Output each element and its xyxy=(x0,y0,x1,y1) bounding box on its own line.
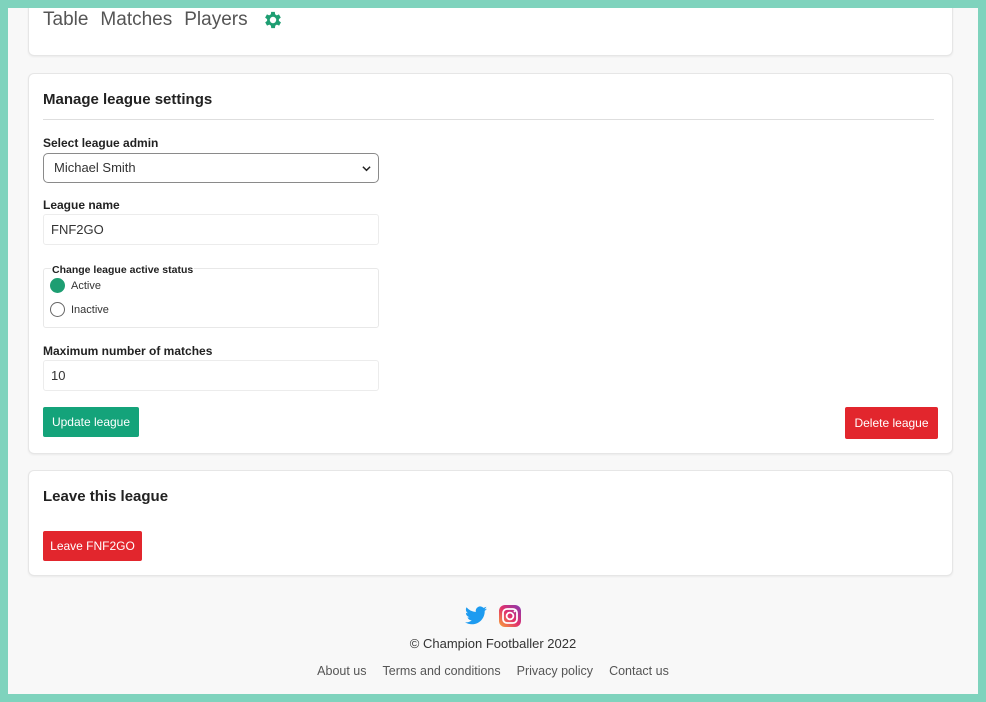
active-status-fieldset: Change league active status Active Inact… xyxy=(43,264,379,328)
update-league-button[interactable]: Update league xyxy=(43,407,139,437)
settings-divider xyxy=(43,119,934,120)
copyright-text: © Champion Footballer 2022 xyxy=(409,636,577,651)
tab-matches[interactable]: Matches xyxy=(100,9,172,31)
leave-league-button[interactable]: Leave FNF2GO xyxy=(43,531,142,561)
footer-link-terms[interactable]: Terms and conditions xyxy=(383,664,501,678)
radio-inactive-label: Inactive xyxy=(71,303,109,316)
gear-icon[interactable] xyxy=(262,9,284,31)
settings-title: Manage league settings xyxy=(43,91,213,108)
footer-link-contact[interactable]: Contact us xyxy=(609,664,669,678)
radio-active-button[interactable] xyxy=(50,278,65,293)
leave-league-card: Leave this league Leave FNF2GO xyxy=(28,470,953,576)
tab-table[interactable]: Table xyxy=(43,9,88,31)
radio-inactive[interactable]: Inactive xyxy=(50,302,109,317)
chevron-down-icon xyxy=(362,166,371,172)
nav-tabs: Table Matches Players xyxy=(43,9,284,31)
twitter-icon[interactable] xyxy=(464,604,488,628)
app-frame: Table Matches Players Manage league sett… xyxy=(8,8,978,694)
league-name-label: League name xyxy=(43,198,120,212)
radio-active-label: Active xyxy=(71,279,101,292)
admin-label: Select league admin xyxy=(43,136,159,150)
footer-link-privacy[interactable]: Privacy policy xyxy=(517,664,593,678)
league-settings-card: Manage league settings Select league adm… xyxy=(28,73,953,454)
max-matches-label: Maximum number of matches xyxy=(43,344,213,358)
max-matches-input[interactable]: 10 xyxy=(43,360,379,391)
footer-social xyxy=(8,604,978,628)
leave-title: Leave this league xyxy=(43,488,169,505)
tab-players[interactable]: Players xyxy=(184,9,247,31)
top-nav: Table Matches Players xyxy=(28,8,953,56)
instagram-icon[interactable] xyxy=(498,604,522,628)
footer-link-about[interactable]: About us xyxy=(317,664,366,678)
footer-links: About us Terms and conditions Privacy po… xyxy=(8,664,978,678)
league-name-input[interactable]: FNF2GO xyxy=(43,214,379,245)
radio-active[interactable]: Active xyxy=(50,278,101,293)
active-status-legend: Change league active status xyxy=(51,264,195,276)
league-admin-select[interactable]: Michael Smith xyxy=(43,153,379,183)
delete-league-button[interactable]: Delete league xyxy=(845,407,938,439)
radio-inactive-button[interactable] xyxy=(50,302,65,317)
league-admin-value: Michael Smith xyxy=(54,160,136,175)
